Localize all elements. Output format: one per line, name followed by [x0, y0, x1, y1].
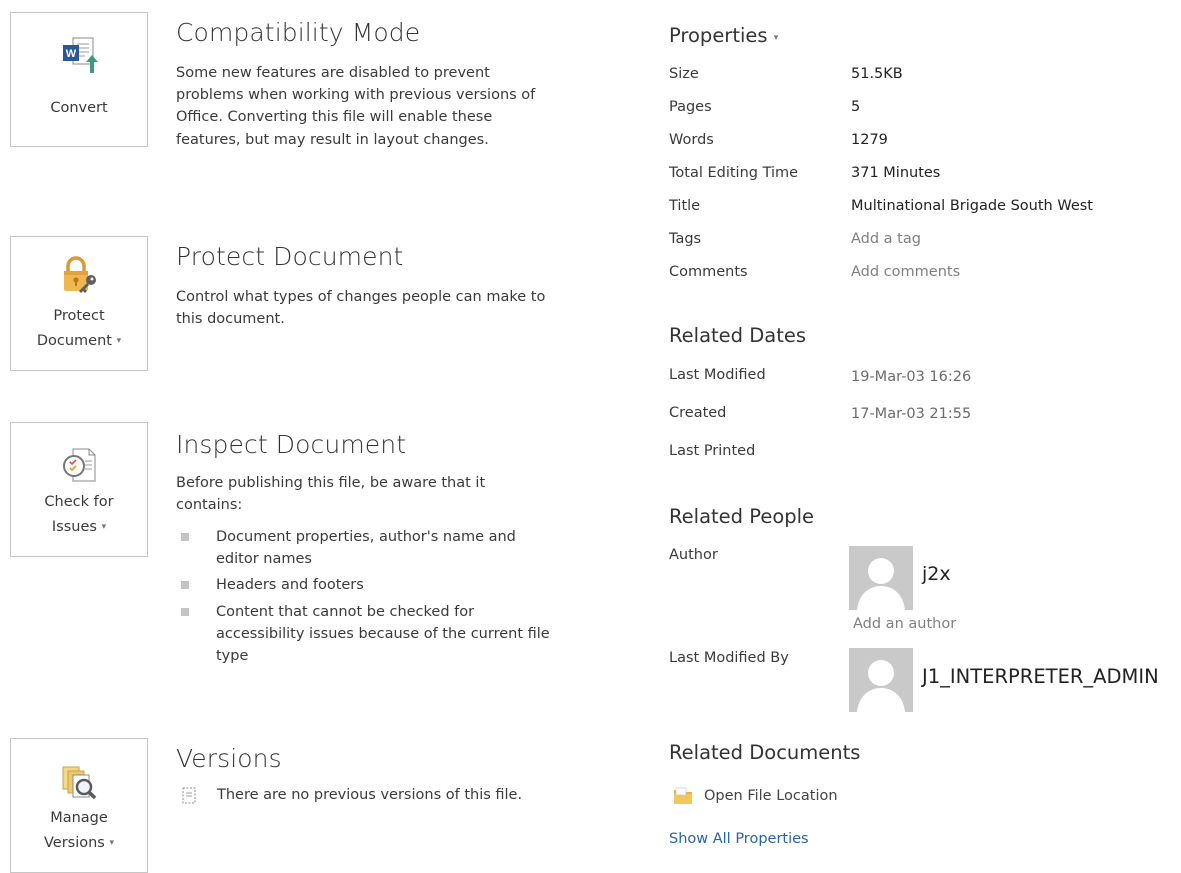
check-for-issues-label-2: Issues ▾	[51, 519, 107, 535]
bullet-square-icon	[181, 581, 189, 590]
person-silhouette-icon	[849, 648, 913, 712]
list-item: Headers and footers	[176, 574, 556, 596]
inspect-document-title: Inspect Document	[176, 430, 407, 459]
manage-versions-icon	[62, 766, 97, 800]
bullet-square-icon	[181, 533, 189, 541]
dropdown-arrow-icon: ▾	[101, 522, 107, 532]
list-item: Content that cannot be checked for acces…	[176, 601, 556, 668]
dropdown-arrow-icon: ▾	[773, 33, 779, 43]
convert-button-label: Convert	[50, 100, 108, 116]
avatar[interactable]	[849, 546, 913, 610]
compatibility-mode-title: Compatibility Mode	[176, 18, 421, 47]
related-dates-heading: Related Dates	[669, 324, 807, 347]
property-label-comments: Comments	[669, 264, 748, 280]
check-for-issues-button[interactable]: Check for Issues ▾	[10, 422, 148, 557]
protect-document-button[interactable]: Protect Document ▾	[10, 236, 148, 371]
related-people-heading: Related People	[669, 505, 815, 528]
property-label-pages: Pages	[669, 99, 712, 115]
last-modified-by-label: Last Modified By	[669, 650, 789, 666]
compatibility-mode-text: Some new features are disabled to preven…	[176, 65, 536, 148]
property-value-title[interactable]: Multinational Brigade South West	[851, 198, 1093, 214]
property-value-pages: 5	[851, 99, 861, 115]
tags-field[interactable]: Add a tag	[851, 231, 921, 247]
property-label-title: Title	[669, 198, 701, 214]
related-documents-heading: Related Documents	[669, 741, 861, 764]
author-label: Author	[669, 547, 718, 563]
properties-heading[interactable]: Properties ▾	[669, 24, 778, 47]
bullet-square-icon	[181, 607, 189, 616]
list-item: Document properties, author's name and e…	[176, 526, 556, 570]
property-value-size: 51.5KB	[851, 66, 903, 82]
property-label-tags: Tags	[669, 231, 702, 247]
person-silhouette-icon	[849, 546, 913, 610]
manage-versions-label-2: Versions ▾	[43, 835, 114, 851]
manage-versions-label-1: Manage	[50, 810, 108, 826]
manage-versions-button[interactable]: Manage Versions ▾	[10, 738, 148, 873]
lock-key-icon	[64, 256, 96, 293]
protect-document-title: Protect Document	[176, 242, 404, 271]
svg-text:W: W	[66, 48, 77, 60]
versions-title: Versions	[176, 744, 282, 773]
add-author-link[interactable]: Add an author	[853, 616, 956, 632]
comments-field[interactable]: Add comments	[851, 264, 960, 280]
date-value-created: 17-Mar-03 21:55	[851, 406, 972, 422]
author-name[interactable]: j2x	[922, 563, 951, 585]
date-label-created: Created	[669, 405, 727, 421]
no-versions-document-icon	[182, 787, 196, 804]
protect-document-label-1: Protect	[53, 308, 105, 324]
last-modified-by-name[interactable]: J1_INTERPRETER_ADMIN	[922, 665, 1159, 688]
date-label-last-modified: Last Modified	[669, 367, 766, 383]
inspect-document-text: Before publishing this file, be aware th…	[176, 475, 486, 514]
open-file-location-link[interactable]: Open File Location	[704, 788, 838, 804]
word-convert-icon: W	[63, 37, 98, 73]
property-label-size: Size	[669, 66, 699, 82]
date-label-last-printed: Last Printed	[669, 443, 756, 459]
property-value-editing-time: 371 Minutes	[851, 165, 941, 181]
check-for-issues-label-1: Check for	[44, 494, 114, 510]
property-value-words: 1279	[851, 132, 888, 148]
versions-text: There are no previous versions of this f…	[217, 787, 523, 803]
folder-icon	[674, 787, 692, 804]
dropdown-arrow-icon: ▾	[116, 336, 122, 346]
dropdown-arrow-icon: ▾	[109, 838, 114, 848]
protect-document-text: Control what types of changes people can…	[176, 289, 546, 328]
inspect-document-icon	[63, 448, 96, 482]
protect-document-label-2: Document ▾	[36, 333, 122, 349]
property-label-editing-time: Total Editing Time	[669, 165, 799, 181]
date-value-last-modified: 19-Mar-03 16:26	[851, 369, 972, 385]
inspect-issues-list: Document properties, author's name and e…	[176, 526, 556, 671]
property-label-words: Words	[669, 132, 714, 148]
show-all-properties-link[interactable]: Show All Properties	[669, 831, 809, 847]
avatar[interactable]	[849, 648, 913, 712]
convert-button[interactable]: W Convert	[10, 12, 148, 147]
